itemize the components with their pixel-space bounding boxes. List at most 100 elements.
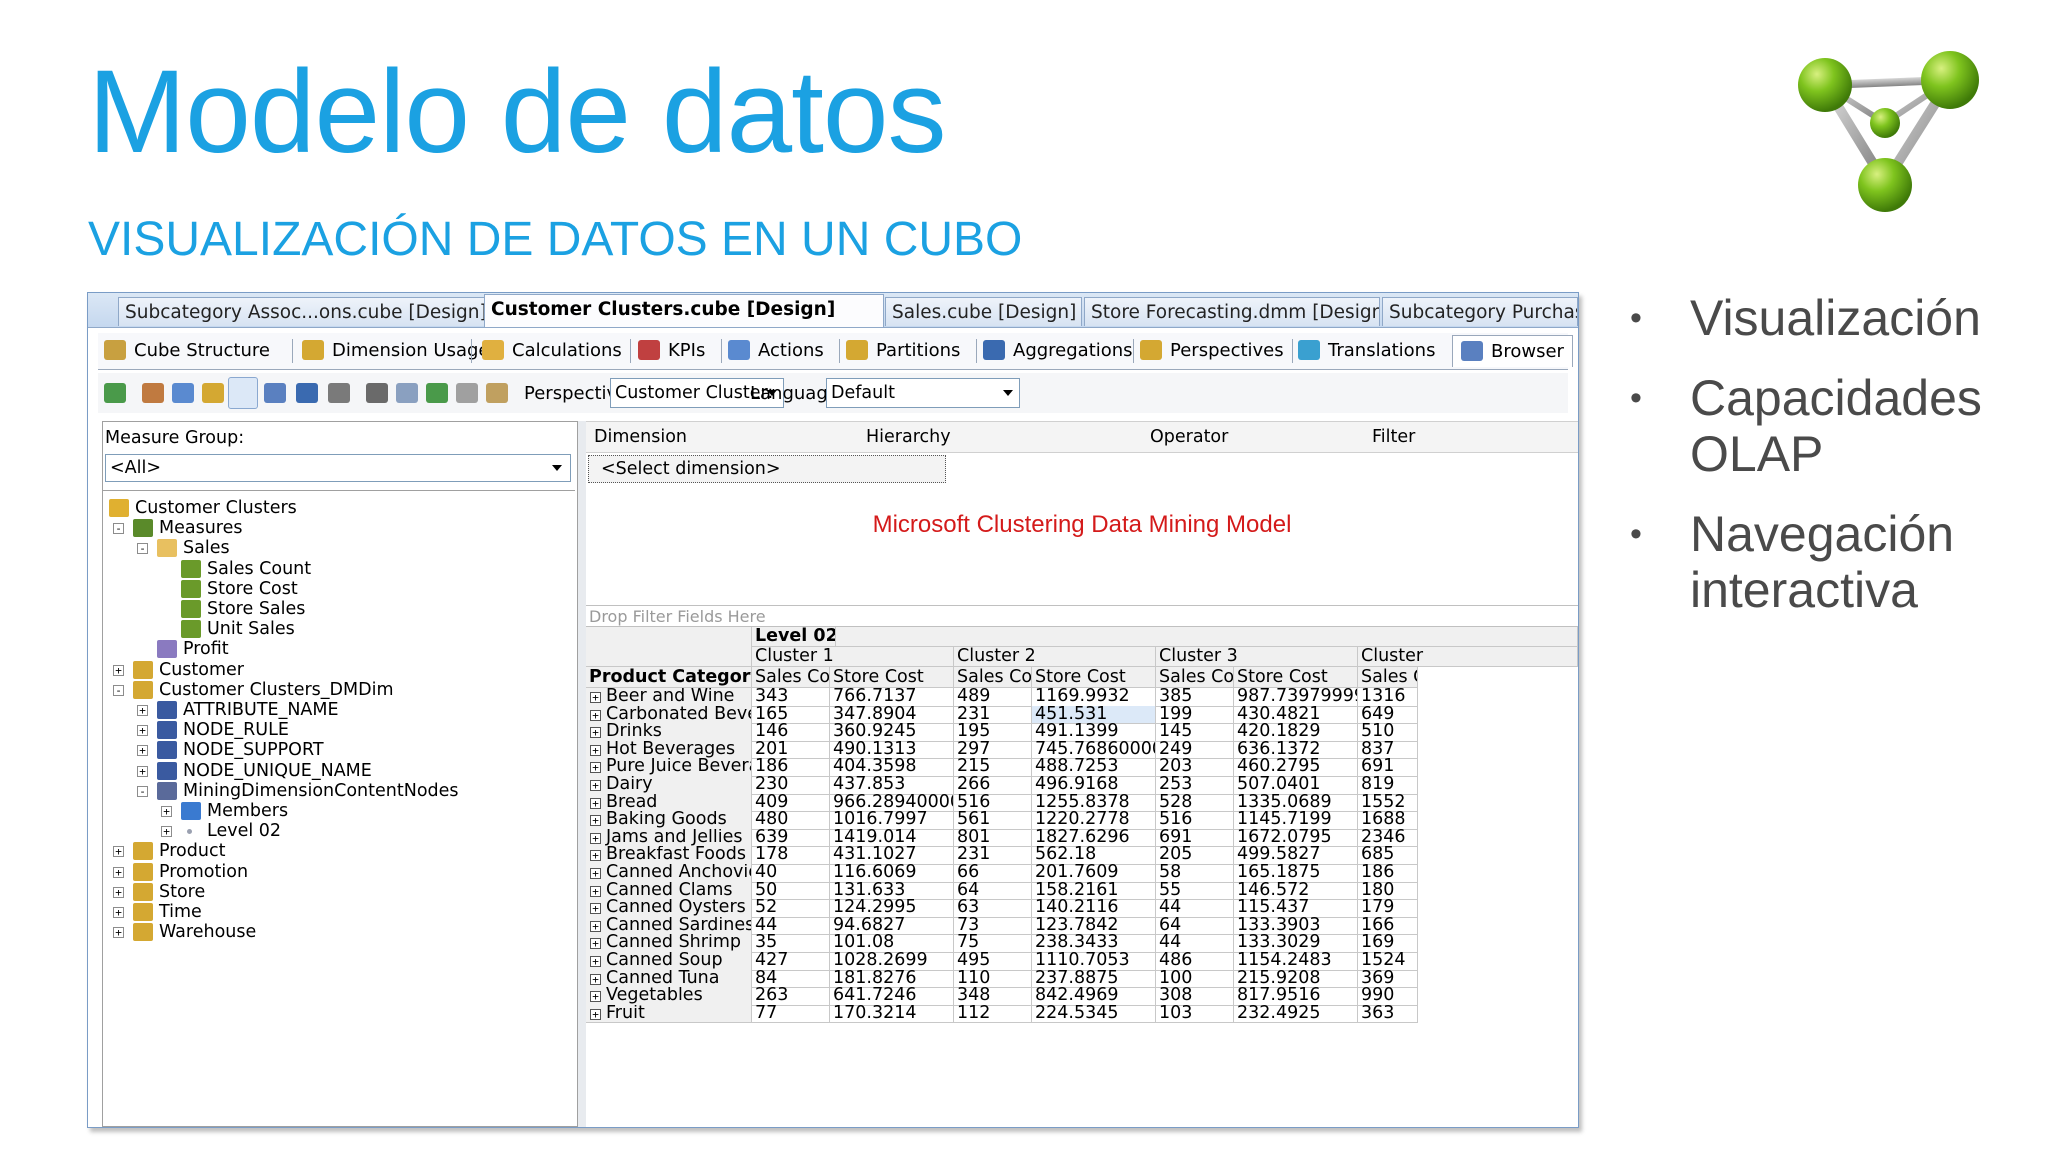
table-cell[interactable]: 1220.2778 [1032, 811, 1156, 830]
show-empty-cells-icon[interactable] [202, 383, 224, 403]
table-cell[interactable]: 169 [1358, 934, 1418, 953]
table-row-header[interactable]: + Canned Sardines [586, 916, 752, 936]
reconnect-icon[interactable] [104, 383, 126, 403]
table-cell[interactable]: 77 [752, 1004, 830, 1024]
table-cell[interactable]: 75 [954, 934, 1032, 953]
expand-icon[interactable]: + [590, 1008, 601, 1020]
table-cell[interactable]: 1145.7199 [1234, 811, 1358, 830]
table-cell[interactable]: 44 [752, 916, 830, 936]
table-cell[interactable]: 249 [1156, 740, 1234, 760]
cluster-header[interactable]: Cluster 3 [1156, 647, 1358, 667]
table-cell[interactable]: 1255.8378 [1032, 793, 1156, 813]
table-cell[interactable]: 266 [954, 776, 1032, 795]
table-cell[interactable]: 50 [752, 881, 830, 901]
table-cell[interactable]: 180 [1358, 881, 1418, 901]
doc-tab-customer-clusters[interactable]: Customer Clusters.cube [Design] [484, 294, 884, 327]
table-cell[interactable]: 507.0401 [1234, 776, 1358, 795]
table-cell[interactable]: 44 [1156, 934, 1234, 953]
table-cell[interactable]: 1688 [1358, 811, 1418, 830]
table-cell[interactable]: 52 [752, 899, 830, 918]
table-cell[interactable]: 133.3029 [1234, 934, 1358, 953]
measure-header[interactable]: Sales Count [1156, 667, 1234, 688]
table-row-header[interactable]: + Fruit [586, 1004, 752, 1024]
expand-icon[interactable]: + [590, 744, 601, 756]
table-row-header[interactable]: + Drinks [586, 723, 752, 742]
table-cell[interactable]: 837 [1358, 740, 1418, 760]
table-cell[interactable]: 232.4925 [1234, 1004, 1358, 1024]
table-cell[interactable]: 35 [752, 934, 830, 953]
table-cell[interactable]: 112 [954, 1004, 1032, 1024]
tab-partitions[interactable]: Partitions [846, 335, 960, 367]
table-cell[interactable]: 179 [1358, 899, 1418, 918]
expand-icon[interactable]: + [113, 866, 124, 878]
expand-icon[interactable]: + [590, 780, 601, 791]
table-cell[interactable]: 649 [1358, 705, 1418, 725]
expand-icon[interactable]: + [590, 692, 601, 703]
tab-dimension-usage[interactable]: Dimension Usage [302, 335, 489, 367]
measure-header[interactable]: Store Cost [1032, 667, 1156, 688]
cluster-header[interactable]: Cluster 2 [954, 647, 1156, 667]
table-cell[interactable]: 201 [752, 740, 830, 760]
table-cell[interactable]: 510 [1358, 723, 1418, 742]
table-cell[interactable]: 801 [954, 828, 1032, 848]
expand-icon[interactable]: + [137, 745, 148, 757]
table-cell[interactable]: 817.9516 [1234, 987, 1358, 1006]
expand-icon[interactable]: + [590, 991, 601, 1003]
table-cell[interactable]: 766.7137 [830, 688, 954, 707]
expand-icon[interactable]: + [161, 806, 172, 817]
table-cell[interactable]: 253 [1156, 776, 1234, 795]
expand-icon[interactable]: + [590, 815, 601, 827]
measure-header[interactable]: Sales Count [954, 667, 1032, 688]
table-cell[interactable]: 427 [752, 952, 830, 971]
doc-tab-sales-cube[interactable]: Sales.cube [Design] [885, 297, 1082, 326]
table-cell[interactable]: 231 [954, 846, 1032, 865]
table-cell[interactable]: 437.853 [830, 776, 954, 795]
table-cell[interactable]: 64 [954, 881, 1032, 901]
table-cell[interactable]: 101.08 [830, 934, 954, 953]
table-cell[interactable]: 363 [1358, 1004, 1418, 1024]
table-cell[interactable]: 369 [1358, 969, 1418, 989]
table-row-header[interactable]: + Breakfast Foods [586, 846, 752, 865]
table-cell[interactable]: 343 [752, 688, 830, 707]
measure-header[interactable]: Store Cost [830, 667, 954, 688]
table-cell[interactable]: 116.6069 [830, 864, 954, 883]
tab-browser[interactable]: Browser [1452, 335, 1573, 367]
table-cell[interactable]: 1154.2483 [1234, 952, 1358, 971]
table-cell[interactable]: 165.1875 [1234, 864, 1358, 883]
row-field-product-category[interactable]: Product Category [586, 667, 752, 688]
table-cell[interactable]: 231 [954, 705, 1032, 725]
table-cell[interactable]: 110 [954, 969, 1032, 989]
table-cell[interactable]: 145 [1156, 723, 1234, 742]
table-cell[interactable]: 133.3903 [1234, 916, 1358, 936]
table-row-header[interactable]: + Canned Oysters [586, 899, 752, 918]
table-cell[interactable]: 490.1313 [830, 740, 954, 760]
table-row-header[interactable]: + Pure Juice Beverages [586, 758, 752, 777]
table-cell[interactable]: 987.739799999999 [1234, 688, 1358, 707]
table-cell[interactable]: 1552 [1358, 793, 1418, 813]
expand-icon[interactable]: + [137, 705, 148, 716]
table-row-header[interactable]: + Canned Soup [586, 952, 752, 971]
table-cell[interactable]: 842.4969 [1032, 987, 1156, 1006]
expand-icon[interactable]: + [590, 797, 601, 809]
table-row-header[interactable]: + Canned Tuna [586, 969, 752, 989]
table-row-header[interactable]: + Carbonated Beverages [586, 705, 752, 725]
table-cell[interactable]: 491.1399 [1032, 723, 1156, 742]
tab-aggregations[interactable]: Aggregations [983, 335, 1133, 367]
commands-icon[interactable] [366, 383, 388, 403]
table-row-header[interactable]: + Vegetables [586, 987, 752, 1006]
cluster-header[interactable]: Cluster [1358, 647, 1578, 667]
table-cell[interactable]: 496.9168 [1032, 776, 1156, 795]
clear-icon[interactable] [456, 383, 478, 403]
table-cell[interactable]: 165 [752, 705, 830, 725]
table-cell[interactable]: 639 [752, 828, 830, 848]
table-cell[interactable]: 561 [954, 811, 1032, 830]
table-cell[interactable]: 745.768600000001 [1032, 740, 1156, 760]
drop-filter-zone[interactable]: Drop Filter Fields Here [586, 605, 1578, 627]
change-user-icon[interactable] [142, 383, 164, 403]
table-cell[interactable]: 1316 [1358, 688, 1418, 707]
table-cell[interactable]: 420.1829 [1234, 723, 1358, 742]
table-cell[interactable]: 195 [954, 723, 1032, 742]
show-hide-icon[interactable] [396, 383, 418, 403]
table-cell[interactable]: 641.7246 [830, 987, 954, 1006]
table-row-header[interactable]: + Dairy [586, 776, 752, 795]
